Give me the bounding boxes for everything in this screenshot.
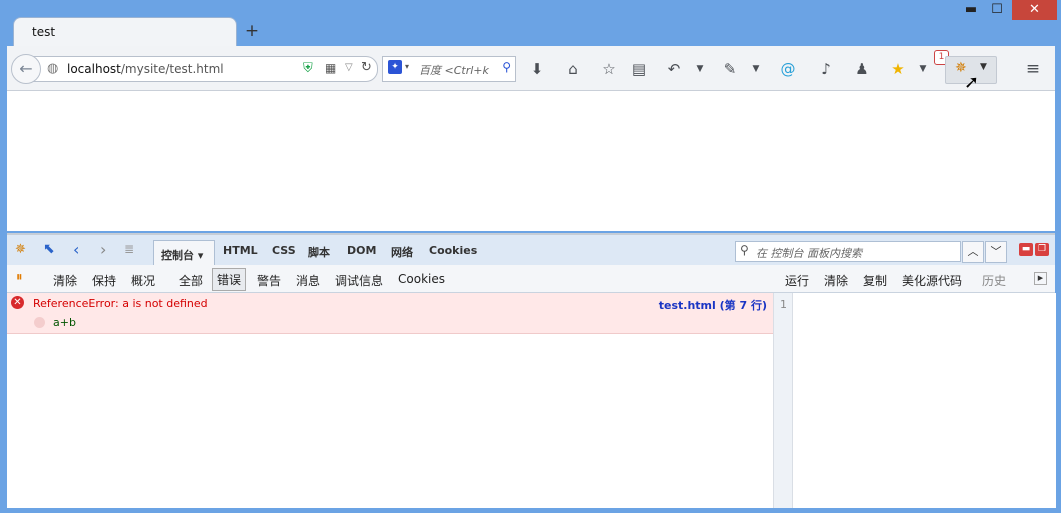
back-arrow-icon[interactable]: ← [11,54,41,84]
nav-toolbar: ← ◍ localhost/mysite/test.html ⛨ ▦ ▽ ↻ ✦… [7,46,1055,91]
menu-hamburger-icon[interactable]: ≡ [1023,59,1043,79]
run-button[interactable]: 运行 [785,272,809,289]
detach-panel-icon[interactable]: ❐ [1035,243,1049,256]
maximize-button[interactable]: ☐ [986,0,1008,20]
firebug-logo-icon[interactable]: ✵ [15,242,26,257]
new-tab-button[interactable]: + [243,21,261,41]
tab-dom[interactable]: DOM [347,244,376,257]
firebug-dropdown-icon[interactable]: ▼ [980,62,987,72]
inspect-element-icon[interactable]: ⬉ [43,241,55,257]
pretty-print-button[interactable]: 美化源代码 [902,272,962,289]
breakpoint-dot-icon[interactable] [34,317,45,328]
firebug-tab-bar: ✵ ⬉ ‹ › ≣ 控制台 ▾ HTML CSS 脚本 DOM 网络 Cooki… [7,235,1055,266]
baidu-icon[interactable]: ✦ [388,60,402,74]
search-icon: ⚲ [740,243,749,257]
panel-search-placeholder: 在 控制台 面板内搜索 [756,247,862,260]
clear-button[interactable]: 清除 [53,272,77,289]
search-prev-button[interactable]: ︿ [962,241,984,263]
globe-icon: ◍ [47,61,59,76]
star-badge-icon[interactable]: ★ [888,59,908,79]
filter-debug-button[interactable]: 调试信息 [335,272,383,289]
speaker-icon[interactable]: ♪ [816,59,836,79]
list-icon[interactable]: ≣ [124,242,134,256]
tab-console[interactable]: 控制台 ▾ [153,240,215,266]
bookmark-star-icon[interactable]: ☆ [599,59,619,79]
tab-script[interactable]: 脚本 [308,244,330,260]
browser-tab[interactable]: test [13,17,237,47]
undo-icon[interactable]: ↶ [664,59,684,79]
tab-css[interactable]: CSS [272,244,296,257]
eyedropper-icon[interactable]: ✎ [720,59,740,79]
profile-button[interactable]: 概况 [131,272,155,289]
minimize-button[interactable]: ▬ [960,0,982,20]
command-editor[interactable]: 1 [773,293,1056,508]
line-gutter: 1 [774,293,793,508]
minimize-panel-icon[interactable]: ▬ [1019,243,1033,256]
error-source-link[interactable]: test.html (第 7 行) [659,297,767,313]
panel-search-input[interactable]: ⚲ 在 控制台 面板内搜索 [735,241,961,262]
tab-title: test [32,25,56,39]
close-window-button[interactable]: ✕ [1012,0,1057,20]
email-at-icon[interactable]: @ [778,59,798,79]
clear-editor-button[interactable]: 清除 [824,272,848,289]
pause-icon[interactable]: ⏸ [16,270,23,285]
history-button[interactable]: 历史 [982,272,1006,289]
tab-cookies[interactable]: Cookies [429,244,477,257]
url-bar[interactable]: ← ◍ localhost/mysite/test.html ⛨ ▦ ▽ ↻ [11,54,378,84]
tab-console-label: 控制台 ▾ [161,249,204,262]
user-icon[interactable]: ♟ [852,59,872,79]
reload-icon[interactable]: ↻ [361,60,372,75]
persist-button[interactable]: 保持 [92,272,116,289]
url-host: localhost [67,62,121,76]
star-dropdown-icon[interactable]: ▼ [913,59,933,79]
expand-arrow-icon[interactable]: ▶ [1034,272,1047,285]
error-entry[interactable]: ✕ ReferenceError: a is not defined test.… [7,293,773,334]
filter-warnings-button[interactable]: 警告 [257,272,281,289]
filter-all-button[interactable]: 全部 [179,272,203,289]
tab-html[interactable]: HTML [223,244,258,257]
error-message: ReferenceError: a is not defined [33,297,208,310]
filter-errors-button[interactable]: 错误 [212,268,247,291]
browser-window: test + ▬ ☐ ✕ ← ◍ localhost/mysite/test.h… [0,0,1061,513]
dropdown-arrow-icon[interactable]: ▽ [345,62,353,73]
download-icon[interactable]: ⬇ [527,59,547,79]
tab-net[interactable]: 网络 [391,244,413,260]
url-path: /mysite/test.html [120,62,224,76]
console-toolbar: ⏸ 清除 保持 概况 全部 错误 警告 消息 调试信息 Cookies 运行 清… [7,265,1055,293]
shield-icon[interactable]: ⛨ [303,61,313,76]
console-log: ✕ ReferenceError: a is not defined test.… [7,293,773,508]
error-icon: ✕ [11,296,24,309]
search-placeholder: 百度 <Ctrl+k [419,64,489,77]
forward-nav-icon[interactable]: › [100,240,106,259]
bookmarks-list-icon[interactable]: ▤ [629,59,649,79]
eyedropper-dropdown-icon[interactable]: ▼ [746,59,766,79]
copy-button[interactable]: 复制 [863,272,887,289]
home-icon[interactable]: ⌂ [563,59,583,79]
back-nav-icon[interactable]: ‹ [73,240,79,259]
page-content [7,91,1055,231]
firebug-panel: ✵ ⬉ ‹ › ≣ 控制台 ▾ HTML CSS 脚本 DOM 网络 Cooki… [7,233,1056,508]
filter-cookies-button[interactable]: Cookies [398,272,445,286]
url-text[interactable]: localhost/mysite/test.html [67,62,224,76]
mouse-cursor-icon: ➚ [964,72,980,93]
filter-info-button[interactable]: 消息 [296,272,320,289]
search-bar[interactable]: ✦ ▾ 百度 <Ctrl+k ⚲ [382,56,516,82]
undo-dropdown-icon[interactable]: ▼ [690,59,710,79]
search-next-button[interactable]: ﹀ [985,241,1007,263]
qr-code-icon[interactable]: ▦ [325,61,336,75]
line-number: 1 [780,298,787,311]
error-expression: a+b [53,316,76,329]
engine-dropdown-icon[interactable]: ▾ [405,62,409,71]
search-icon[interactable]: ⚲ [502,60,511,74]
